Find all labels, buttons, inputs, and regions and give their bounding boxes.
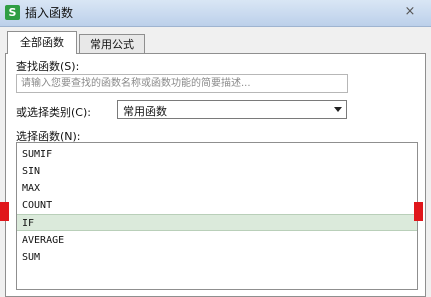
highlight-marker-right	[414, 202, 423, 221]
category-label: 或选择类别(C):	[16, 106, 91, 119]
dialog-body: 全部函数 常用公式 查找函数(S): 或选择类别(C): 常用函数 选择函数(N…	[0, 27, 431, 297]
list-item[interactable]: SIN	[17, 163, 417, 180]
list-item[interactable]: AVERAGE	[17, 232, 417, 249]
list-item[interactable]: SUMIF	[17, 146, 417, 163]
highlight-marker-left	[0, 202, 9, 221]
search-label: 查找函数(S):	[16, 60, 80, 73]
list-item[interactable]: COUNT	[17, 197, 417, 214]
category-selected-value: 常用函数	[123, 105, 167, 118]
category-select[interactable]: 常用函数	[117, 100, 347, 119]
app-logo-icon: S	[5, 5, 20, 20]
tab-all-functions[interactable]: 全部函数	[7, 31, 77, 54]
chevron-down-icon[interactable]	[334, 107, 342, 112]
list-item[interactable]: SUM	[17, 249, 417, 266]
list-item-selected[interactable]: IF	[17, 214, 417, 231]
tab-common-formulas[interactable]: 常用公式	[79, 34, 145, 53]
close-icon[interactable]: ×	[399, 4, 421, 20]
search-input[interactable]	[16, 74, 348, 93]
list-item[interactable]: MAX	[17, 180, 417, 197]
function-list[interactable]: SUMIF SIN MAX COUNT IF AVERAGE SUM	[16, 142, 418, 290]
title-bar: S 插入函数 ×	[0, 0, 431, 27]
tab-panel: 查找函数(S): 或选择类别(C): 常用函数 选择函数(N): SUMIF S…	[5, 53, 426, 297]
dialog-title: 插入函数	[25, 6, 74, 20]
